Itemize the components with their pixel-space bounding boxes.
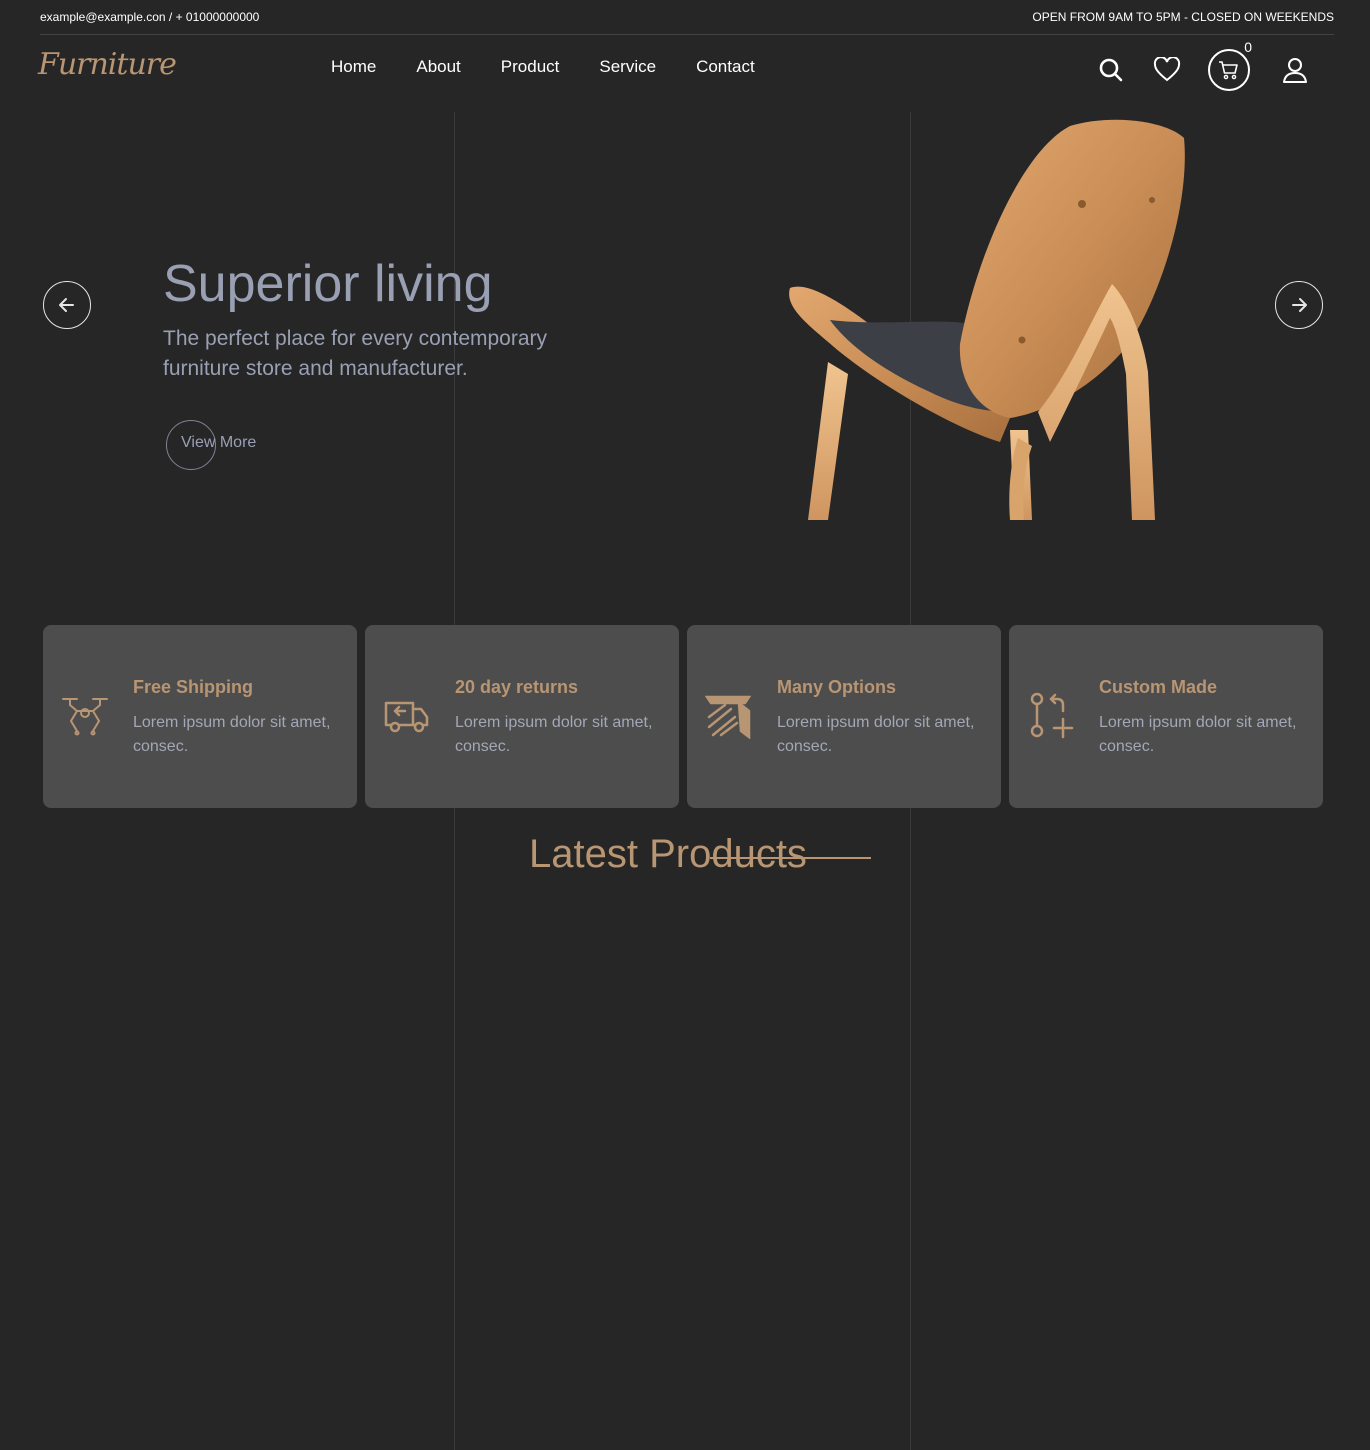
hero-slider: Superior living The perfect place for ev… xyxy=(0,112,1370,532)
feature-text: Lorem ipsum dolor sit amet, consec. xyxy=(777,714,975,755)
drone-icon xyxy=(62,698,108,736)
main-nav: Home About Product Service Contact xyxy=(331,57,755,77)
feature-card: 20 day returns Lorem ipsum dolor sit ame… xyxy=(365,625,679,808)
heading-underline xyxy=(710,857,871,859)
feature-title: Many Options xyxy=(777,677,897,697)
arrow-left-icon xyxy=(59,298,74,312)
logo[interactable]: Furniture xyxy=(38,47,177,82)
feature-title: Custom Made xyxy=(1099,677,1218,697)
feature-text: Lorem ipsum dolor sit amet, consec. xyxy=(133,714,331,755)
features-row: Free Shipping Lorem ipsum dolor sit amet… xyxy=(43,625,1323,808)
cart-button[interactable]: 0 xyxy=(1208,39,1252,91)
feature-title: Free Shipping xyxy=(133,677,254,697)
return-truck-icon xyxy=(384,701,429,733)
view-more-button[interactable]: View More xyxy=(166,420,276,470)
nav-home[interactable]: Home xyxy=(331,57,376,77)
feature-text: Lorem ipsum dolor sit amet, consec. xyxy=(455,714,653,755)
contact-info: example@example.con / + 01000000000 xyxy=(40,10,260,24)
arrow-right-icon xyxy=(1292,298,1307,312)
hero-title: Superior living xyxy=(163,255,493,313)
chair-image xyxy=(789,119,1185,520)
cart-count-badge: 0 xyxy=(1244,39,1252,55)
search-icon[interactable] xyxy=(1096,50,1126,90)
feature-text: Lorem ipsum dolor sit amet, consec. xyxy=(1099,714,1297,755)
nav-service[interactable]: Service xyxy=(599,57,656,77)
latest-products-heading: Latest Products xyxy=(529,832,807,876)
header-icons: 0 xyxy=(1096,39,1310,91)
cart-icon xyxy=(1219,61,1238,80)
opening-hours: OPEN FROM 9AM TO 5PM - CLOSED ON WEEKEND… xyxy=(1032,10,1334,24)
top-info-bar: example@example.con / + 01000000000 OPEN… xyxy=(40,0,1334,35)
feature-title: 20 day returns xyxy=(455,677,579,697)
git-branch-plus-icon xyxy=(1030,692,1074,739)
next-slide-button[interactable] xyxy=(1275,281,1323,329)
hero-subtitle: The perfect place for every contemporary… xyxy=(163,327,548,380)
heart-icon[interactable] xyxy=(1152,50,1182,90)
prev-slide-button[interactable] xyxy=(43,281,91,329)
user-icon[interactable] xyxy=(1280,50,1310,90)
view-more-label: View More xyxy=(181,434,257,451)
nav-about[interactable]: About xyxy=(416,57,460,77)
options-icon xyxy=(705,695,752,739)
nav-contact[interactable]: Contact xyxy=(696,57,755,77)
feature-card: Many Options Lorem ipsum dolor sit amet,… xyxy=(687,625,1001,808)
feature-card: Custom Made Lorem ipsum dolor sit amet, … xyxy=(1009,625,1323,808)
nav-product[interactable]: Product xyxy=(501,57,560,77)
site-header: Furniture Home About Product Service Con… xyxy=(0,35,1370,105)
feature-card: Free Shipping Lorem ipsum dolor sit amet… xyxy=(43,625,357,808)
